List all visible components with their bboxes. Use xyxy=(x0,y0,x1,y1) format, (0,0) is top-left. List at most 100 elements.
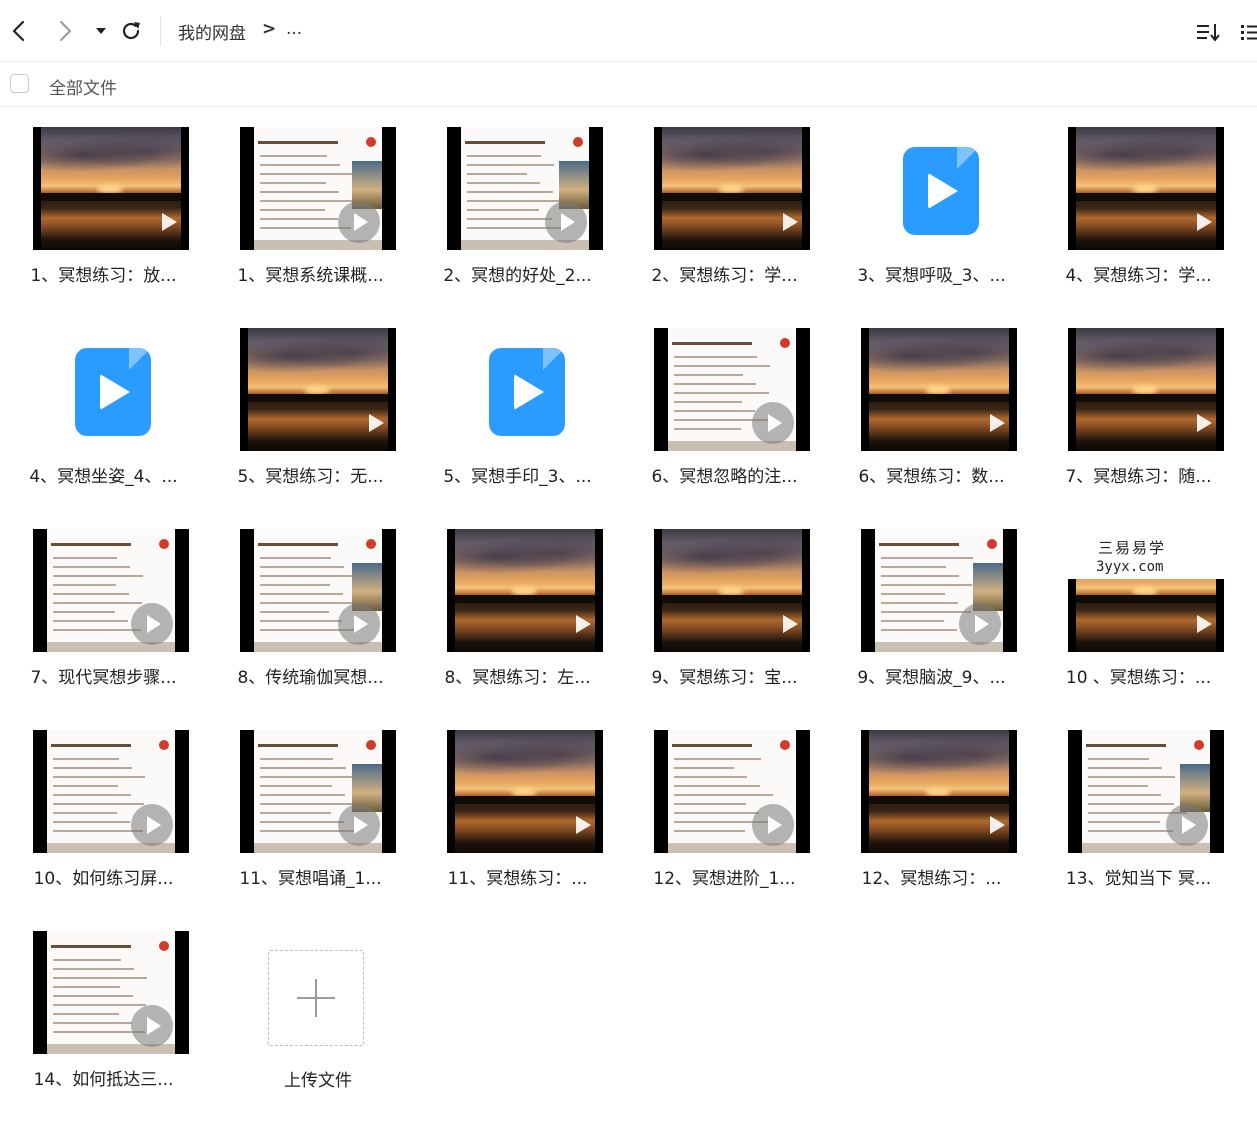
file-thumbnail xyxy=(447,730,603,853)
play-icon xyxy=(783,213,798,231)
file-item[interactable]: 11、冥想练习：... xyxy=(414,730,621,920)
play-icon xyxy=(338,804,380,846)
file-item[interactable]: 3、冥想呼吸_3、... xyxy=(828,127,1035,317)
breadcrumb-root[interactable]: 我的网盘 xyxy=(178,19,246,44)
history-dropdown-button[interactable] xyxy=(86,16,116,46)
file-name: 13、觉知当下 冥... xyxy=(1065,869,1212,889)
file-name: 5、冥想手印_3、... xyxy=(443,467,592,487)
list-view-icon xyxy=(1241,25,1257,40)
file-name: 11、冥想练习：... xyxy=(447,869,588,889)
file-item[interactable]: 4、冥想坐姿_4、... xyxy=(0,328,207,518)
file-item[interactable]: 8、冥想练习：左... xyxy=(414,529,621,719)
file-thumbnail xyxy=(33,127,189,250)
file-item[interactable]: 5、冥想练习：无... xyxy=(207,328,414,518)
logo-icon xyxy=(573,137,583,147)
file-thumbnail xyxy=(861,529,1017,652)
file-thumbnail xyxy=(1068,127,1224,250)
file-thumbnail xyxy=(861,127,1017,250)
select-all-checkbox[interactable] xyxy=(10,74,29,93)
file-name: 12、冥想练习：... xyxy=(861,869,1002,889)
file-item[interactable]: 13、觉知当下 冥... xyxy=(1035,730,1242,920)
logo-icon xyxy=(987,539,997,549)
file-name: 10、如何练习屏... xyxy=(33,869,174,889)
sort-icon xyxy=(1197,24,1220,42)
logo-icon xyxy=(780,338,790,348)
file-item[interactable]: 10、如何练习屏... xyxy=(0,730,207,920)
play-icon xyxy=(783,615,798,633)
watermark-url: 3yyx.com xyxy=(1096,559,1164,575)
file-item[interactable]: 12、冥想进阶_1... xyxy=(621,730,828,920)
file-item[interactable]: 9、冥想脑波_9、... xyxy=(828,529,1035,719)
file-name: 4、冥想练习：学... xyxy=(1065,266,1212,286)
play-icon xyxy=(338,603,380,645)
forward-button[interactable] xyxy=(50,16,80,46)
chevron-left-icon xyxy=(12,20,25,42)
play-icon xyxy=(990,414,1005,432)
sort-button[interactable] xyxy=(1194,18,1222,46)
video-file-icon xyxy=(75,348,151,436)
file-item[interactable]: 6、冥想忽略的注... xyxy=(621,328,828,518)
file-item[interactable]: 2、冥想练习：学... xyxy=(621,127,828,317)
file-item[interactable]: 9、冥想练习：宝... xyxy=(621,529,828,719)
file-item[interactable]: 1、冥想练习：放... xyxy=(0,127,207,317)
file-item[interactable]: 三易易学 3yyx.com 10 、冥想练习：... xyxy=(1035,529,1242,719)
play-icon xyxy=(131,603,173,645)
play-icon xyxy=(752,804,794,846)
file-name: 11、冥想唱诵_1... xyxy=(239,869,382,889)
logo-icon xyxy=(1194,740,1204,750)
logo-icon xyxy=(366,137,376,147)
chevron-right-icon xyxy=(60,21,71,41)
file-item[interactable]: 2、冥想的好处_2... xyxy=(414,127,621,317)
file-name: 6、冥想忽略的注... xyxy=(651,467,798,487)
file-thumbnail xyxy=(447,529,603,652)
play-icon xyxy=(1197,414,1212,432)
file-name: 10 、冥想练习：... xyxy=(1065,668,1212,688)
file-item[interactable]: 8、传统瑜伽冥想... xyxy=(207,529,414,719)
play-icon xyxy=(131,804,173,846)
file-name: 14、如何抵达三... xyxy=(33,1070,174,1090)
back-button[interactable] xyxy=(4,16,34,46)
file-thumbnail xyxy=(240,127,396,250)
caret-down-icon xyxy=(96,28,106,34)
file-item[interactable]: 7、现代冥想步骤... xyxy=(0,529,207,719)
video-file-icon xyxy=(489,348,565,436)
file-item[interactable]: 12、冥想练习：... xyxy=(828,730,1035,920)
file-thumbnail xyxy=(861,328,1017,451)
play-icon xyxy=(162,213,177,231)
file-thumbnail xyxy=(33,328,189,451)
toolbar: 我的网盘 > ... xyxy=(0,0,1257,62)
file-thumbnail xyxy=(33,529,189,652)
upload-button[interactable] xyxy=(268,950,364,1046)
file-name: 1、冥想系统课概... xyxy=(237,266,384,286)
logo-icon xyxy=(159,941,169,951)
play-icon xyxy=(338,201,380,243)
all-files-label: 全部文件 xyxy=(49,79,117,99)
view-mode-button[interactable] xyxy=(1234,18,1257,46)
file-name: 7、现代冥想步骤... xyxy=(30,668,177,688)
file-name: 2、冥想的好处_2... xyxy=(443,266,592,286)
file-thumbnail xyxy=(447,328,603,451)
logo-icon xyxy=(366,539,376,549)
refresh-button[interactable] xyxy=(116,16,146,46)
play-icon xyxy=(369,414,384,432)
file-name: 1、冥想练习：放... xyxy=(30,266,177,286)
file-item[interactable]: 5、冥想手印_3、... xyxy=(414,328,621,518)
file-item[interactable]: 4、冥想练习：学... xyxy=(1035,127,1242,317)
file-thumbnail xyxy=(861,730,1017,853)
file-item[interactable]: 1、冥想系统课概... xyxy=(207,127,414,317)
file-name: 4、冥想坐姿_4、... xyxy=(29,467,178,487)
file-item[interactable]: 7、冥想练习：随... xyxy=(1035,328,1242,518)
file-name: 8、冥想练习：左... xyxy=(444,668,591,688)
breadcrumb-more[interactable]: ... xyxy=(286,19,302,39)
select-bar: 全部文件 xyxy=(0,62,1257,107)
file-name: 9、冥想脑波_9、... xyxy=(857,668,1006,688)
play-icon xyxy=(545,201,587,243)
file-name: 7、冥想练习：随... xyxy=(1065,467,1212,487)
breadcrumb-separator: > xyxy=(262,19,277,39)
play-icon xyxy=(752,402,794,444)
file-item[interactable]: 14、如何抵达三... xyxy=(0,931,207,1121)
file-item[interactable]: 11、冥想唱诵_1... xyxy=(207,730,414,920)
file-item[interactable]: 6、冥想练习：数... xyxy=(828,328,1035,518)
file-thumbnail xyxy=(447,127,603,250)
upload-label[interactable]: 上传文件 xyxy=(238,1066,398,1091)
